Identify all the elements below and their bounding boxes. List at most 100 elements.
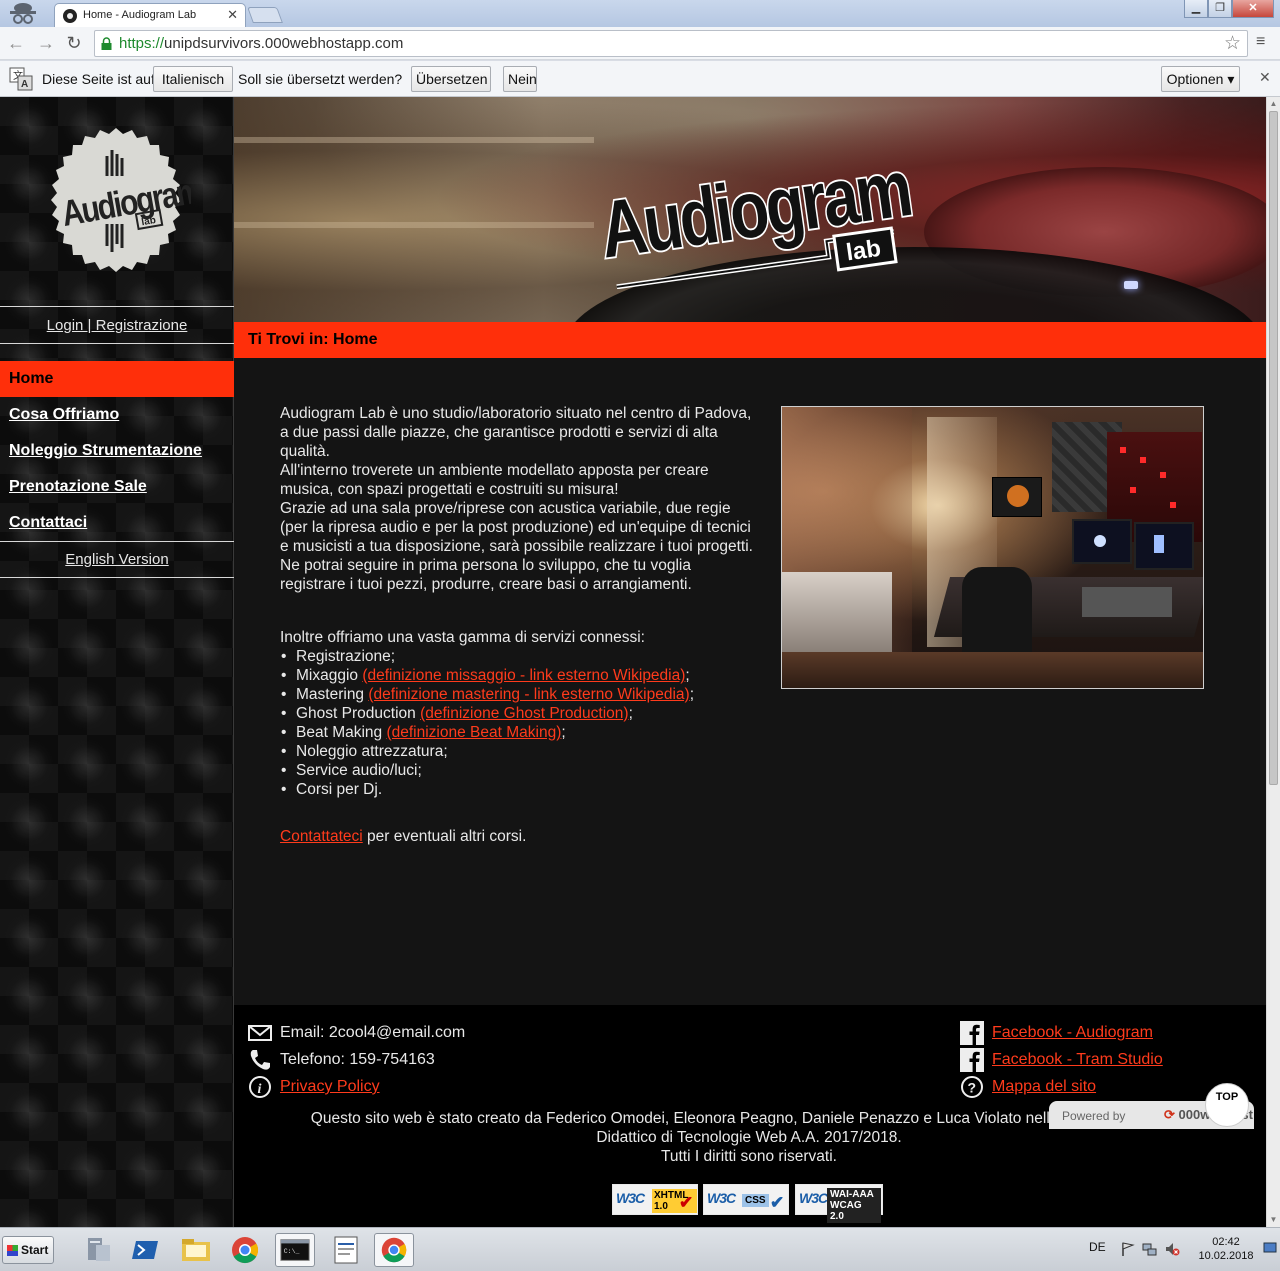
- nav-item-noleggio-strumentazione[interactable]: Noleggio Strumentazione: [0, 433, 234, 469]
- banner-sub-text: lab: [844, 235, 882, 267]
- svg-text:i: i: [258, 1082, 262, 1097]
- browser-menu-icon[interactable]: ≡: [1256, 33, 1265, 51]
- new-tab-button[interactable]: [247, 7, 283, 23]
- os-taskbar: Start C:\_ DE 02:42 10.02.2018: [0, 1227, 1280, 1271]
- breadcrumb: Ti Trovi in: Home: [234, 322, 1266, 358]
- start-button[interactable]: Start: [2, 1236, 54, 1264]
- facebook-tram-studio-link[interactable]: Facebook - Tram Studio: [992, 1051, 1163, 1069]
- photo-monitor-right: [1134, 522, 1194, 570]
- server-manager-icon[interactable]: [78, 1233, 118, 1267]
- file-explorer-icon[interactable]: [176, 1233, 216, 1267]
- beat-making-link[interactable]: (definizione Beat Making): [386, 724, 561, 741]
- list-item: Mixaggio (definizione missaggio - link e…: [280, 666, 750, 685]
- close-tab-icon[interactable]: ✕: [227, 7, 238, 23]
- action-center-flag-icon[interactable]: [1120, 1241, 1136, 1257]
- svg-text:A: A: [21, 79, 28, 90]
- notepad-icon[interactable]: [326, 1233, 366, 1267]
- main-content: Audiogram Lab è uno studio/laboratorio s…: [234, 358, 1266, 1005]
- clock-time: 02:42: [1212, 1236, 1240, 1248]
- powershell-icon[interactable]: [126, 1233, 166, 1267]
- tab-title: Home - Audiogram Lab: [83, 9, 197, 21]
- intro-paragraph: Audiogram Lab è uno studio/laboratorio s…: [280, 405, 752, 460]
- list-item: Mastering (definizione mastering - link …: [280, 685, 750, 704]
- facebook-icon: [960, 1048, 984, 1072]
- translate-button[interactable]: Übersetzen: [411, 66, 491, 92]
- scroll-down-icon[interactable]: ▼: [1267, 1213, 1280, 1227]
- network-icon[interactable]: [1142, 1241, 1158, 1257]
- show-desktop-icon[interactable]: [1262, 1240, 1278, 1256]
- w3c-wcag-badge[interactable]: W3C WAI-AAA WCAG 2.0: [795, 1184, 883, 1223]
- minimize-button[interactable]: ▁: [1184, 0, 1208, 18]
- chrome-icon[interactable]: [225, 1233, 265, 1267]
- services-list: Registrazione; Mixaggio (definizione mis…: [280, 647, 750, 799]
- mixaggio-wikipedia-link[interactable]: (definizione missaggio - link esterno Wi…: [362, 667, 685, 684]
- browser-toolbar: ← → ↻ https://unipdsurvivors.000webhosta…: [0, 27, 1280, 60]
- photo-monitor-glow: [1094, 535, 1106, 547]
- ghost-production-link[interactable]: (definizione Ghost Production): [420, 705, 629, 722]
- system-clock[interactable]: 02:42 10.02.2018: [1196, 1235, 1256, 1263]
- list-item: Beat Making (definizione Beat Making);: [280, 723, 750, 742]
- footer-privacy: i Privacy Policy: [248, 1075, 380, 1099]
- login-register-link[interactable]: Login | Registrazione: [47, 317, 188, 334]
- phone-icon: [250, 1050, 270, 1070]
- facebook-icon: [960, 1021, 984, 1045]
- mail-icon: [248, 1025, 272, 1041]
- chrome-active-icon[interactable]: [374, 1233, 414, 1267]
- contattateci-link[interactable]: Contattateci: [280, 828, 363, 845]
- footer-facebook-tram: Facebook - Tram Studio: [960, 1048, 1163, 1072]
- nav-item-contattaci[interactable]: Contattaci: [0, 505, 234, 541]
- page-viewport: Audiogram lab Login | Registrazione Home…: [0, 97, 1266, 1227]
- svg-text:?: ?: [968, 1080, 977, 1096]
- reload-icon[interactable]: ↻: [64, 33, 84, 53]
- banner-shelf: [234, 137, 594, 143]
- browser-tab[interactable]: Home - Audiogram Lab ✕: [54, 3, 246, 28]
- studio-photo: [781, 406, 1204, 689]
- nav-item-home[interactable]: Home: [0, 361, 234, 397]
- bookmark-star-icon[interactable]: ☆: [1224, 32, 1241, 55]
- language-box: English Version: [0, 541, 234, 578]
- clock-date: 10.02.2018: [1198, 1250, 1254, 1262]
- nav-item-prenotazione-sale[interactable]: Prenotazione Sale: [0, 469, 234, 505]
- translate-prompt-after: Soll sie übersetzt werden?: [238, 71, 403, 87]
- banner-shelf: [234, 222, 594, 228]
- mastering-wikipedia-link[interactable]: (definizione mastering - link esterno Wi…: [368, 686, 689, 703]
- maximize-button[interactable]: ❐: [1208, 0, 1232, 18]
- translate-options-button[interactable]: Optionen ▾: [1161, 66, 1240, 92]
- privacy-policy-link[interactable]: Privacy Policy: [280, 1078, 380, 1096]
- photo-red-leds: [1120, 447, 1126, 453]
- nav-item-cosa-offriamo[interactable]: Cosa Offriamo: [0, 397, 234, 433]
- list-item: Registrazione;: [280, 647, 750, 666]
- photo-speaker-cone: [1007, 485, 1029, 507]
- banner-led-light: [1124, 281, 1138, 289]
- w3c-xhtml-badge[interactable]: W3C XHTML 1.0 ✔: [612, 1184, 698, 1215]
- facebook-audiogram-link[interactable]: Facebook - Audiogram: [992, 1024, 1153, 1042]
- audiogram-banner-logo[interactable]: Audiogram lab: [594, 139, 914, 289]
- page-scrollbar[interactable]: ▲ ▼: [1266, 97, 1280, 1227]
- close-translate-bar-icon[interactable]: ✕: [1259, 69, 1271, 86]
- audiogram-seal-logo[interactable]: Audiogram lab: [41, 128, 191, 278]
- photo-monitor-glow: [1154, 535, 1164, 553]
- address-bar[interactable]: https://unipdsurvivors.000webhostapp.com…: [94, 30, 1248, 57]
- sitemap-link[interactable]: Mappa del sito: [992, 1078, 1096, 1096]
- scroll-up-icon[interactable]: ▲: [1267, 97, 1280, 111]
- w3c-css-badge[interactable]: W3C CSS ✔: [703, 1184, 789, 1215]
- footer-sitemap: ? Mappa del sito: [960, 1075, 1096, 1099]
- back-icon[interactable]: ←: [6, 33, 26, 53]
- forward-icon[interactable]: →: [36, 33, 56, 53]
- english-version-link[interactable]: English Version: [65, 551, 168, 568]
- photo-floor: [782, 652, 1203, 688]
- svg-text:C:\_: C:\_: [284, 1248, 300, 1255]
- sidebar: Audiogram lab Login | Registrazione Home…: [0, 97, 234, 1227]
- close-window-button[interactable]: ✕: [1232, 0, 1274, 18]
- source-language-select[interactable]: Italienisch ▾: [153, 66, 233, 111]
- decline-translate-button[interactable]: Nein: [503, 66, 537, 92]
- scroll-top-button[interactable]: TOP: [1205, 1083, 1249, 1127]
- input-language-indicator[interactable]: DE: [1089, 1240, 1106, 1254]
- scrollbar-thumb[interactable]: [1269, 111, 1278, 785]
- volume-muted-icon[interactable]: [1164, 1241, 1180, 1257]
- command-prompt-icon[interactable]: C:\_: [275, 1233, 315, 1267]
- main-nav: Home Cosa Offriamo Noleggio Strumentazio…: [0, 361, 234, 541]
- list-item: Noleggio attrezzatura;: [280, 742, 750, 761]
- url-text: https://unipdsurvivors.000webhostapp.com: [119, 35, 403, 52]
- intro-text: Audiogram Lab è uno studio/laboratorio s…: [280, 404, 755, 594]
